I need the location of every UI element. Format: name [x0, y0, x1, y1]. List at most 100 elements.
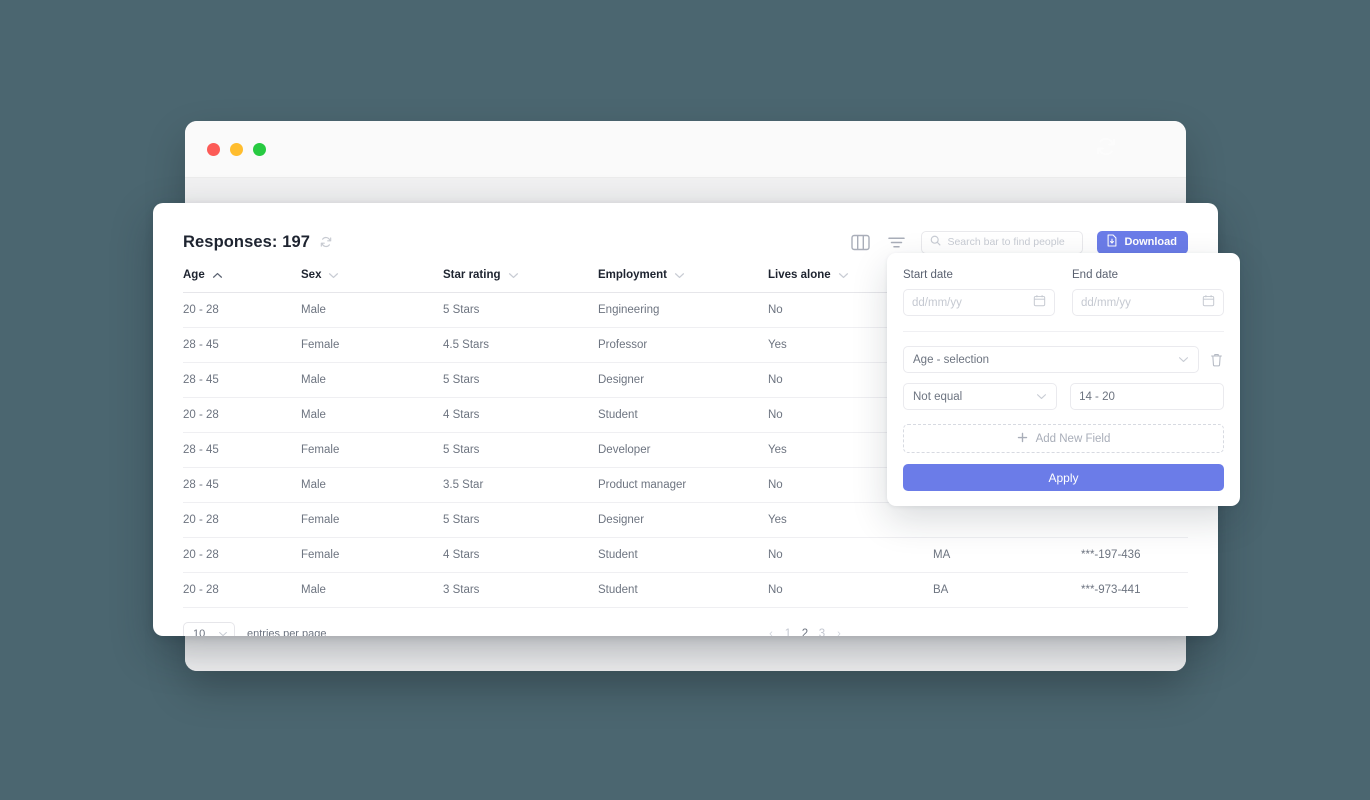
filter-condition-row: Not equal	[903, 383, 1224, 410]
chevron-down-icon[interactable]	[674, 272, 685, 279]
cell-lives-alone: No	[768, 572, 933, 608]
column-header-star-rating[interactable]: Star rating	[443, 259, 598, 293]
cell-star-rating: 5 Stars	[443, 432, 598, 468]
columns-icon[interactable]	[849, 231, 871, 253]
filter-value-input-wrapper[interactable]	[1070, 383, 1224, 410]
screenshot-stage: Responses: 197 Search bar to find people…	[0, 0, 1370, 800]
cell-sex: Female	[301, 502, 443, 538]
apply-button[interactable]: Apply	[903, 464, 1224, 491]
end-date-input-wrapper[interactable]	[1072, 289, 1224, 316]
page-button-2[interactable]: 2	[801, 628, 809, 637]
cell-phone	[1081, 502, 1188, 538]
card-toolbar: Download	[849, 230, 1188, 254]
add-new-field-button[interactable]: Add New Field	[903, 424, 1224, 453]
cell-phone: ***-973-441	[1081, 572, 1188, 608]
search-input-wrapper[interactable]	[921, 230, 1084, 254]
cell-education	[933, 502, 1081, 538]
cell-age: 28 - 45	[183, 327, 301, 363]
cell-age: 28 - 45	[183, 432, 301, 468]
chevron-left-icon[interactable]: ‹	[767, 628, 775, 637]
entries-per-page-select[interactable]: 10	[183, 622, 235, 636]
page-button-3[interactable]: 3	[818, 628, 826, 637]
add-new-field-label: Add New Field	[1035, 432, 1111, 445]
trash-icon[interactable]	[1208, 353, 1224, 367]
calendar-icon[interactable]	[1202, 294, 1215, 312]
end-date-label: End date	[1072, 269, 1119, 281]
filter-field-select[interactable]: Age - selection	[903, 346, 1199, 373]
close-window-button[interactable]	[207, 142, 220, 156]
cell-sex: Male	[301, 362, 443, 398]
cell-sex: Male	[301, 467, 443, 503]
cell-employment: Professor	[598, 327, 768, 363]
cell-age: 28 - 45	[183, 467, 301, 503]
cell-age: 20 - 28	[183, 292, 301, 328]
cell-star-rating: 4 Stars	[443, 397, 598, 433]
cell-employment: Student	[598, 537, 768, 573]
column-header-lives-alone-label: Lives alone	[768, 269, 831, 281]
chevron-down-icon	[1178, 354, 1189, 366]
filter-icon[interactable]	[885, 231, 907, 253]
column-header-age[interactable]: Age	[183, 259, 301, 293]
cell-age: 20 - 28	[183, 502, 301, 538]
chevron-down-icon	[218, 628, 228, 637]
calendar-icon[interactable]	[1033, 294, 1046, 312]
chevron-right-icon[interactable]: ›	[835, 628, 843, 637]
page-button-1[interactable]: 1	[784, 628, 792, 637]
cell-star-rating: 3 Stars	[443, 572, 598, 608]
cell-star-rating: 5 Stars	[443, 292, 598, 328]
filter-value-input[interactable]	[1079, 390, 1215, 403]
cell-employment: Designer	[598, 502, 768, 538]
filter-field-select-value: Age - selection	[913, 353, 990, 366]
column-header-sex[interactable]: Sex	[301, 259, 443, 293]
cell-employment: Product manager	[598, 467, 768, 503]
chevron-down-icon[interactable]	[328, 272, 339, 279]
start-date-input[interactable]	[912, 296, 1033, 309]
chevron-up-icon[interactable]	[212, 272, 223, 279]
table-row[interactable]: 20 - 28 Male 3 Stars Student No BA ***-9…	[183, 572, 1188, 608]
cell-sex: Female	[301, 537, 443, 573]
refresh-icon[interactable]	[319, 235, 333, 249]
download-button[interactable]: Download	[1097, 230, 1188, 254]
page-title: Responses: 197	[183, 232, 311, 251]
filter-condition-select[interactable]: Not equal	[903, 383, 1058, 410]
minimize-window-button[interactable]	[230, 142, 243, 156]
card-header: Responses: 197 Search bar to find people…	[153, 203, 1218, 259]
chevron-down-icon[interactable]	[838, 272, 849, 279]
browser-chrome	[185, 121, 1186, 178]
pagination: ‹ 1 2 3 ›	[767, 628, 1188, 637]
date-range-row: Start date End date	[903, 269, 1224, 316]
cell-education: MA	[933, 537, 1081, 573]
cell-star-rating: 5 Stars	[443, 502, 598, 538]
cell-age: 28 - 45	[183, 362, 301, 398]
table-row[interactable]: 20 - 28 Female 5 Stars Designer Yes	[183, 502, 1188, 538]
column-header-employment[interactable]: Employment	[598, 259, 768, 293]
search-input[interactable]	[947, 236, 1075, 248]
plus-icon	[1017, 432, 1028, 446]
cell-sex: Female	[301, 327, 443, 363]
cell-star-rating: 4 Stars	[443, 537, 598, 573]
cell-sex: Male	[301, 572, 443, 608]
chevron-down-icon	[1036, 391, 1047, 403]
search-icon	[930, 233, 941, 251]
window-controls	[207, 142, 266, 156]
chevron-down-icon[interactable]	[508, 272, 519, 279]
download-button-label: Download	[1124, 236, 1177, 248]
cell-age: 20 - 28	[183, 572, 301, 608]
end-date-input[interactable]	[1081, 296, 1202, 309]
filter-popover: Start date End date	[887, 253, 1240, 506]
table-row[interactable]: 20 - 28 Female 4 Stars Student No MA ***…	[183, 537, 1188, 573]
start-date-field: Start date	[903, 269, 1055, 316]
start-date-input-wrapper[interactable]	[903, 289, 1055, 316]
cell-lives-alone: No	[768, 537, 933, 573]
end-date-field: End date	[1072, 269, 1224, 316]
filter-condition-select-value: Not equal	[913, 390, 963, 403]
card-footer: 10 entries per page ‹ 1 2 3 ›	[153, 608, 1218, 636]
entries-per-page-value: 10	[193, 627, 206, 637]
cell-lives-alone: Yes	[768, 502, 933, 538]
cell-sex: Male	[301, 397, 443, 433]
cell-sex: Male	[301, 292, 443, 328]
maximize-window-button[interactable]	[253, 142, 266, 156]
cell-employment: Student	[598, 397, 768, 433]
filter-field-row: Age - selection	[903, 346, 1224, 373]
refresh-icon[interactable]	[1094, 135, 1118, 164]
